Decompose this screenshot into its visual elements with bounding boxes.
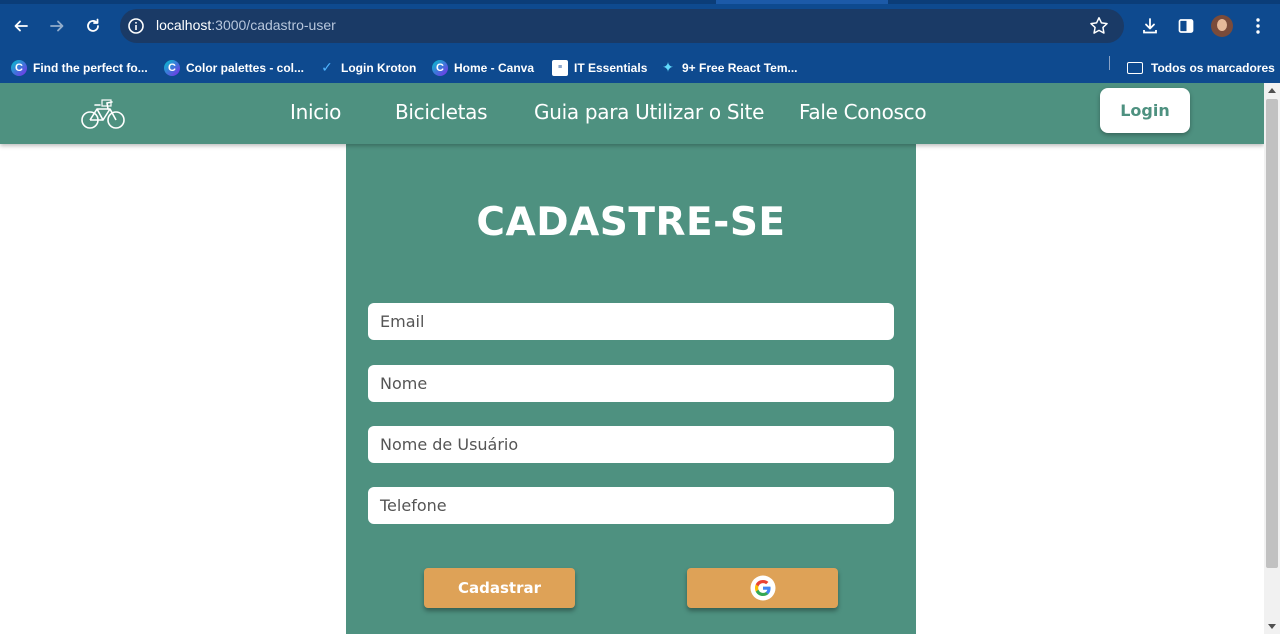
back-button[interactable]	[6, 11, 36, 41]
tab-strip	[0, 0, 1280, 4]
downloads-button[interactable]	[1135, 11, 1165, 41]
canva-icon: C	[11, 59, 27, 76]
side-panel-button[interactable]	[1171, 11, 1201, 41]
scrollbar-thumb[interactable]	[1266, 99, 1278, 568]
all-bookmarks-button[interactable]: Todos os marcadores	[1127, 52, 1275, 83]
nav-link-bicicletas[interactable]: Bicicletas	[395, 100, 488, 124]
bookmark-item[interactable]: C Home - Canva	[432, 52, 534, 83]
scroll-down-icon[interactable]	[1268, 624, 1276, 629]
name-field[interactable]: Nome	[368, 365, 894, 402]
signup-card: CADASTRE-SE Email Nome Nome de Usuário T…	[346, 144, 916, 634]
page-title: CADASTRE-SE	[476, 200, 786, 245]
google-icon	[750, 575, 775, 601]
bookmark-item[interactable]: ≡ IT Essentials	[552, 52, 647, 83]
login-button[interactable]: Login	[1100, 88, 1190, 133]
forward-button[interactable]	[42, 11, 72, 41]
submit-button[interactable]: Cadastrar	[424, 568, 575, 608]
nav-link-inicio[interactable]: Inicio	[290, 100, 341, 124]
reload-button[interactable]	[78, 11, 108, 41]
page-scrollbar[interactable]	[1264, 83, 1280, 634]
page-viewport: Inicio Bicicletas Guia para Utilizar o S…	[0, 83, 1264, 634]
cisco-icon: ≡	[552, 59, 568, 76]
bicycle-logo-icon[interactable]	[80, 97, 126, 131]
site-navbar: Inicio Bicicletas Guia para Utilizar o S…	[0, 83, 1264, 144]
site-info-icon[interactable]	[126, 16, 146, 36]
arrow-left-icon	[14, 20, 28, 32]
google-signin-button[interactable]	[687, 568, 838, 608]
bookmark-item[interactable]: ✦ 9+ Free React Tem...	[660, 52, 797, 83]
side-panel-icon	[1178, 19, 1194, 33]
url-text: localhost:3000/cadastro-user	[156, 17, 336, 33]
bookmark-item[interactable]: C Find the perfect fo...	[11, 52, 148, 83]
kroton-icon: ✓	[321, 59, 333, 75]
bookmark-star-icon[interactable]	[1088, 15, 1110, 37]
canva-icon: C	[432, 59, 448, 76]
email-field[interactable]: Email	[368, 303, 894, 340]
phone-field[interactable]: Telefone	[368, 487, 894, 524]
nav-link-guia[interactable]: Guia para Utilizar o Site	[534, 100, 764, 124]
reload-icon	[87, 18, 99, 32]
browser-toolbar: localhost:3000/cadastro-user	[0, 0, 1280, 52]
more-vert-icon	[1256, 18, 1260, 34]
profile-avatar[interactable]	[1211, 15, 1233, 37]
scroll-up-icon[interactable]	[1268, 88, 1276, 93]
react-icon: ✦	[662, 59, 674, 75]
bookmarks-divider	[1109, 56, 1110, 70]
bookmarks-bar: C Find the perfect fo... C Color palettes …	[0, 52, 1280, 83]
canva-icon: C	[164, 59, 180, 76]
download-icon	[1143, 18, 1157, 34]
browser-menu-button[interactable]	[1243, 11, 1273, 41]
username-field[interactable]: Nome de Usuário	[368, 426, 894, 463]
folder-icon	[1127, 61, 1143, 74]
arrow-right-icon	[50, 20, 64, 32]
bookmark-item[interactable]: ✓ Login Kroton	[319, 52, 416, 83]
nav-link-fale-conosco[interactable]: Fale Conosco	[799, 100, 927, 124]
bookmark-item[interactable]: C Color palettes - col...	[164, 52, 304, 83]
